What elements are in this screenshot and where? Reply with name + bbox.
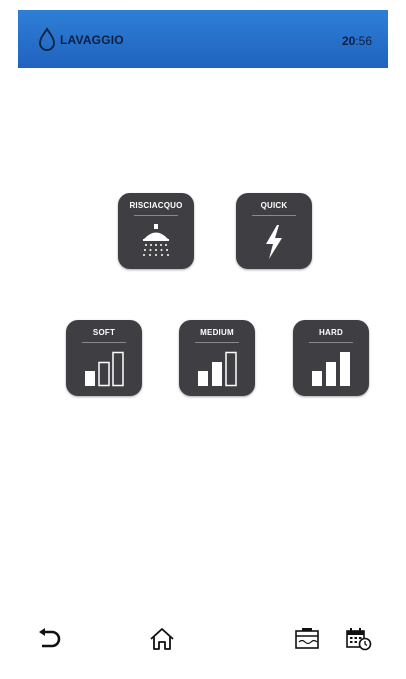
tile-label: QUICK bbox=[260, 201, 288, 210]
app-header: LAVAGGIO 20:56 bbox=[18, 10, 388, 68]
shower-icon bbox=[143, 224, 169, 256]
rinse-button[interactable]: RISCIACQUO bbox=[118, 193, 194, 269]
screen: LAVAGGIO 20:56 RISCIACQUO QUICK SOFT MED… bbox=[0, 0, 406, 679]
tank-button[interactable] bbox=[292, 626, 322, 652]
tile-divider bbox=[309, 342, 353, 343]
tank-icon bbox=[295, 628, 319, 649]
level-bars-icon bbox=[312, 352, 350, 386]
tile-label: MEDIUM bbox=[200, 328, 234, 337]
medium-button[interactable]: MEDIUM bbox=[179, 320, 255, 396]
soft-button[interactable]: SOFT bbox=[66, 320, 142, 396]
tile-divider bbox=[82, 342, 126, 343]
home-button[interactable] bbox=[147, 626, 177, 652]
lightning-icon bbox=[266, 225, 282, 259]
tile-label: SOFT bbox=[92, 328, 116, 337]
level-bars-icon bbox=[198, 351, 237, 387]
hard-button[interactable]: HARD bbox=[293, 320, 369, 396]
tile-divider bbox=[134, 215, 178, 216]
back-button[interactable] bbox=[36, 626, 66, 652]
calendar-clock-icon bbox=[346, 628, 372, 651]
level-bars-icon bbox=[85, 351, 124, 387]
tile-label: RISCIACQUO bbox=[129, 201, 183, 210]
tile-label: HARD bbox=[319, 328, 343, 337]
tile-divider bbox=[252, 215, 296, 216]
schedule-button[interactable] bbox=[344, 626, 374, 652]
page-title: LAVAGGIO bbox=[60, 33, 124, 47]
clock-hours: 20 bbox=[341, 34, 356, 48]
home-icon bbox=[150, 628, 174, 650]
clock: 20:56 bbox=[342, 34, 372, 48]
back-icon bbox=[39, 628, 61, 648]
quick-button[interactable]: QUICK bbox=[236, 193, 312, 269]
tile-divider bbox=[195, 342, 239, 343]
water-drop-icon bbox=[39, 27, 55, 51]
clock-minutes: 56 bbox=[358, 34, 372, 48]
